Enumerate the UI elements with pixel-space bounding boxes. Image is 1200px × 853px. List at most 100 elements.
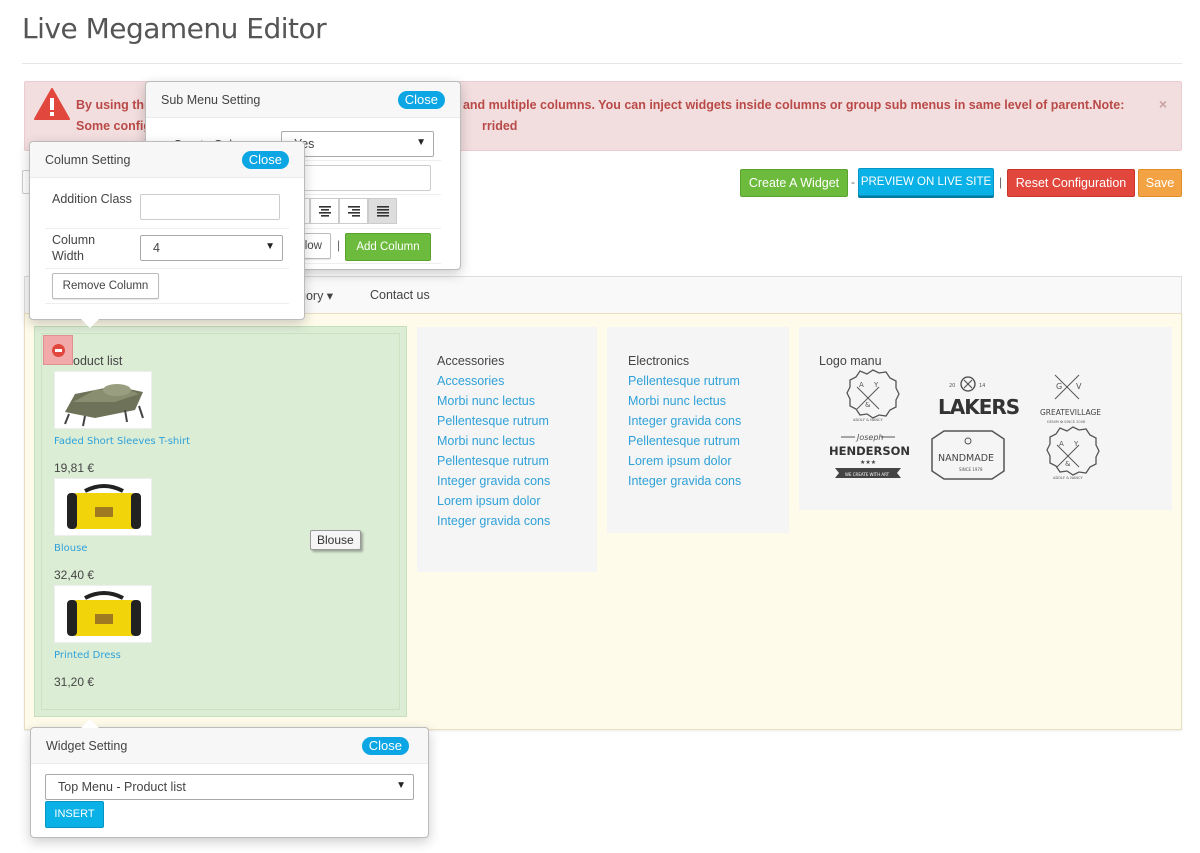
select-value: Top Menu - Product list [58,780,186,794]
close-button[interactable]: Close [361,737,409,755]
align-justify-icon[interactable] [368,198,397,224]
select-caret-icon: ▼ [416,137,426,148]
menu-link[interactable]: Pellentesque rutrum [437,454,549,468]
preview-live-site-button[interactable]: PREVIEW ON LIVE SITE [858,168,994,196]
menu-link[interactable]: Integer gravida cons [437,514,550,528]
column-setting-popover: Column Setting Close Addition Class Colu… [29,141,305,328]
greatevillage-logo: G V GREATEVILLAGE DENIM ✿ SINCE 2008 [1040,374,1101,424]
alert-line1-left: By using thi [76,98,148,112]
product-list-column[interactable]: oduct list Faded Short Sleeves T-shirt 1… [34,326,407,717]
popover-title: Sub Menu Setting [161,93,261,107]
logo-text: ADOLF & NANCY [853,418,883,422]
logo-column[interactable]: Logo manu A Y & ADOLF & NANCY 20 14 LAKE… [799,327,1172,510]
popover-header: Column Setting Close [30,142,304,178]
column-title: oduct list [73,354,123,368]
product-name-link[interactable]: Blouse [54,543,87,554]
menu-link[interactable]: Integer gravida cons [437,474,550,488]
widget-select[interactable]: Top Menu - Product list ▼ [45,774,414,800]
alert-line1-right: s and multiple columns. You can inject w… [452,98,1125,112]
blouse-tooltip: Blouse [310,530,361,550]
menu-link[interactable]: Integer gravida cons [628,414,741,428]
add-column-button[interactable]: Add Column [345,233,431,261]
popover-header: Widget Setting Close [31,728,428,764]
logo-text: HENDERSON [829,444,910,458]
product-image[interactable] [54,478,152,536]
logo-text: V [1076,382,1082,391]
menu-link[interactable]: Morbi nunc lectus [437,434,535,448]
logo-text: Joseph [855,433,884,442]
logo-text: ★★★ [860,459,876,466]
menu-link[interactable]: Pellentesque rutrum [437,414,549,428]
product-name-link[interactable]: Printed Dress [54,650,121,661]
product-image[interactable] [54,585,152,643]
adolf-nancy-logo: A Y & ADOLF & NANCY [846,369,900,422]
remove-column-icon[interactable] [43,335,73,365]
menu-link[interactable]: Pellentesque rutrum [628,434,740,448]
camp-bed-image [64,384,144,427]
logo-text: SINCE 1978 [959,467,983,472]
menu-link[interactable]: Lorem ipsum dolor [437,494,541,508]
close-button[interactable]: Close [241,151,289,169]
alert-close-icon[interactable]: × [1159,96,1167,112]
align-right-icon[interactable] [339,198,368,224]
page-title: Live Megamenu Editor [22,12,327,45]
insert-button[interactable]: INSERT [45,801,104,828]
logo-text: DENIM ✿ SINCE 2008 [1047,420,1086,424]
toolbar-separator: - [851,175,855,189]
logo-gallery: A Y & ADOLF & NANCY 20 14 LAKERS G V GRE… [829,369,1101,480]
popover-arrow [81,719,99,728]
addition-class-input[interactable] [140,194,280,220]
remove-column-button[interactable]: Remove Column [52,273,159,299]
logo-text: A [1059,440,1064,448]
logo-text: & [865,401,871,409]
widget-setting-popover: Widget Setting Close Top Menu - Product … [30,719,429,838]
column-width-select[interactable]: 4 ▼ [140,235,283,261]
logo-text: Y [1073,440,1079,448]
create-widget-button[interactable]: Create A Widget [740,169,848,197]
select-caret-icon: ▼ [265,241,275,252]
electronics-column[interactable]: Electronics Pellentesque rutrum Morbi nu… [607,327,789,533]
product-image[interactable] [54,371,152,429]
nandmade-logo: NANDMADE SINCE 1978 [931,430,1005,480]
addition-class-label: Addition Class [52,192,132,206]
yellow-bag-image [67,484,141,529]
accessories-column[interactable]: Accessories Accessories Morbi nunc lectu… [417,327,597,572]
popover-arrow [81,319,99,328]
menu-link[interactable]: Morbi nunc lectus [628,394,726,408]
row-divider [45,303,289,304]
popover-header: Sub Menu Setting Close [146,82,460,118]
menu-link[interactable]: Morbi nunc lectus [437,394,535,408]
column-width-label: Column Width [52,233,96,263]
save-button[interactable]: Save [1138,169,1182,197]
menu-item-contact[interactable]: Contact us [370,288,430,302]
menu-link[interactable]: Lorem ipsum dolor [628,454,732,468]
megamenu-dropdown: oduct list Faded Short Sleeves T-shirt 1… [24,313,1182,730]
menu-link[interactable]: Accessories [437,374,504,388]
popover-title: Column Setting [45,153,131,167]
column-title: Accessories [437,354,505,368]
row-divider [45,228,289,229]
menu-link[interactable]: Pellentesque rutrum [628,374,740,388]
logo-text: Y [873,381,879,389]
logo-text: ADOLF & NANCY [1053,476,1083,480]
henderson-logo: Joseph HENDERSON ★★★ WE CREATE WITH ART [829,433,910,478]
yellow-bag-image [67,591,141,636]
adolf-nancy-logo: A Y & ADOLF & NANCY [1046,426,1100,480]
warning-icon [34,88,70,120]
logo-text: NANDMADE [938,453,994,464]
select-value: 4 [153,241,160,255]
logo-text: WE CREATE WITH ART [845,472,890,477]
reset-configuration-button[interactable]: Reset Configuration [1007,169,1135,197]
menu-link[interactable]: Integer gravida cons [628,474,741,488]
toolbar-separator: | [999,175,1003,189]
align-center-icon[interactable] [310,198,339,224]
select-caret-icon: ▼ [396,780,406,791]
popover-title: Widget Setting [46,739,128,753]
alert-line2-left: Some config [76,119,152,133]
logo-text: 14 [979,383,985,389]
product-name-link[interactable]: Faded Short Sleeves T-shirt [54,436,190,447]
logo-text: A [859,381,864,389]
product-price: 31,20 € [54,675,95,689]
close-button[interactable]: Close [397,91,445,109]
lakers-logo: 20 14 LAKERS [938,376,1020,419]
